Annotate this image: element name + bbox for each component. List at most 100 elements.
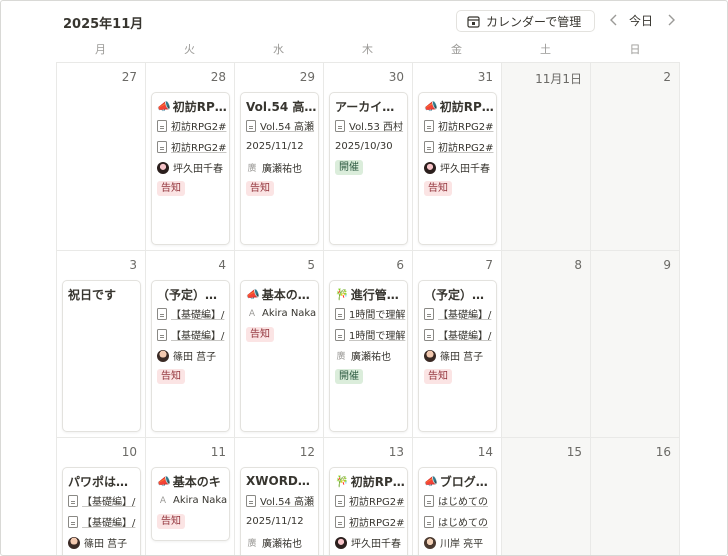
event-property: 【基礎編】/ bbox=[157, 303, 229, 324]
property-value[interactable]: Vol.53 西村 bbox=[349, 118, 403, 133]
event-property: 篠田 莒子 bbox=[68, 532, 140, 553]
event-title-text: ブログ… bbox=[439, 474, 488, 489]
property-value[interactable]: 【基礎編】/ bbox=[82, 514, 135, 529]
day-cell[interactable]: 13 🎋 初訪RP… 初訪RPG2# 初訪RPG2# 坪久田千春 bbox=[323, 438, 412, 555]
event-title-text: 初訪RP… bbox=[439, 99, 494, 114]
day-cell[interactable]: 8 bbox=[501, 251, 590, 438]
today-button[interactable]: 今日 bbox=[629, 12, 653, 29]
tag-row: 告知 bbox=[424, 178, 496, 199]
event-card[interactable]: 🎋 初訪RP… 初訪RPG2# 初訪RPG2# 坪久田千春 bbox=[329, 467, 408, 555]
event-card[interactable]: 📣 初訪RP… 初訪RPG2# 初訪RPG2# 坪久田千春 告知 bbox=[151, 92, 230, 245]
property-value[interactable]: 初訪RPG2# bbox=[438, 118, 493, 133]
property-value[interactable]: 初訪RPG2# bbox=[349, 514, 404, 529]
property-value[interactable]: 【基礎編】/ bbox=[438, 306, 491, 321]
manage-in-calendar-button[interactable]: カレンダーで管理 bbox=[456, 10, 595, 32]
property-value[interactable]: 1時間で理解 bbox=[349, 327, 405, 342]
event-property: A Akira Naka bbox=[157, 490, 229, 511]
tag-row: 告知 bbox=[246, 324, 318, 345]
event-title-text: パワポは… bbox=[68, 474, 129, 489]
event-card[interactable]: （予定）… 【基礎編】/ 【基礎編】/ 篠田 莒子 告知 bbox=[418, 280, 497, 432]
day-cell[interactable]: 11月1日 bbox=[501, 63, 590, 251]
property-value[interactable]: Vol.54 高瀬 bbox=[260, 118, 314, 133]
event-card[interactable]: （予定）… 【基礎編】/ 【基礎編】/ 篠田 莒子 告知 bbox=[151, 280, 230, 432]
event-emoji-icon: 🎋 bbox=[335, 287, 349, 301]
day-cell[interactable]: 15 bbox=[501, 438, 590, 555]
chevron-left-icon[interactable] bbox=[606, 12, 622, 28]
event-property: 篠田 莒子 bbox=[424, 345, 496, 366]
property-value[interactable]: 初訪RPG2# bbox=[171, 139, 226, 154]
weekday-label: 日 bbox=[629, 43, 641, 56]
event-property: 廣廣瀬祐也 bbox=[246, 157, 318, 178]
event-title: パワポは… bbox=[68, 472, 140, 490]
day-cell[interactable]: 6 🎋 進行管… 1時間で理解 1時間で理解廣廣瀬祐也 開催 bbox=[323, 251, 412, 438]
property-value[interactable]: 初訪RPG2# bbox=[438, 139, 493, 154]
property-value[interactable]: 【基礎編】/ bbox=[438, 327, 491, 342]
property-value: 2025/10/30 bbox=[335, 141, 393, 152]
day-cell[interactable]: 3 祝日です bbox=[56, 251, 145, 438]
event-card[interactable]: XWORD… Vol.54 高瀬 2025/11/12 廣廣瀬祐也 bbox=[240, 467, 319, 555]
event-property: Vol.54 高瀬 bbox=[246, 490, 318, 511]
day-cell[interactable]: 12 XWORD… Vol.54 高瀬 2025/11/12 廣廣瀬祐也 bbox=[234, 438, 323, 555]
date-number: 8 bbox=[574, 258, 582, 272]
status-tag: 告知 bbox=[424, 181, 452, 196]
status-tag: 告知 bbox=[246, 327, 274, 342]
property-value[interactable]: 【基礎編】/ bbox=[171, 327, 224, 342]
day-cell[interactable]: 31 📣 初訪RP… 初訪RPG2# 初訪RPG2# 坪久田千春 告知 bbox=[412, 63, 501, 251]
event-title: （予定）… bbox=[424, 285, 496, 303]
chevron-right-icon[interactable] bbox=[663, 12, 679, 28]
event-card[interactable]: Vol.54 高… Vol.54 高瀬 2025/11/12 廣廣瀬祐也 告知 bbox=[240, 92, 319, 245]
day-cell[interactable]: 2 bbox=[590, 63, 680, 251]
date-number: 28 bbox=[210, 70, 226, 84]
weekday-label: 土 bbox=[540, 43, 551, 56]
event-card[interactable]: 📣 初訪RP… 初訪RPG2# 初訪RPG2# 坪久田千春 告知 bbox=[418, 92, 497, 245]
event-emoji-icon: 📣 bbox=[246, 287, 260, 301]
event-card[interactable]: 📣 基本の… A Akira Naka 告知 bbox=[240, 280, 319, 432]
day-cell[interactable]: 28 📣 初訪RP… 初訪RPG2# 初訪RPG2# 坪久田千春 告知 bbox=[145, 63, 234, 251]
day-cell[interactable]: 10 パワポは… 【基礎編】/ 【基礎編】/ 篠田 莒子 bbox=[56, 438, 145, 555]
day-cell[interactable]: 27 bbox=[56, 63, 145, 251]
day-cell[interactable]: 11 📣 基本のキ A Akira Naka 告知 bbox=[145, 438, 234, 555]
property-value[interactable]: 【基礎編】/ bbox=[82, 493, 135, 508]
event-card[interactable]: パワポは… 【基礎編】/ 【基礎編】/ 篠田 莒子 bbox=[62, 467, 141, 555]
day-cell[interactable]: 5 📣 基本の… A Akira Naka 告知 bbox=[234, 251, 323, 438]
day-cell[interactable]: 14 📣 ブログ… はじめての はじめての 川岸 亮平 bbox=[412, 438, 501, 555]
week-row: 3 祝日です 4 （予定）… 【基礎編】/【基礎編】/篠田 莒子 告知 5 📣 基本の… A Aki… bbox=[56, 251, 680, 438]
event-title-text: （予定）… bbox=[424, 287, 485, 302]
event-emoji-icon: 📣 bbox=[157, 99, 171, 113]
page-icon bbox=[157, 307, 167, 320]
property-value[interactable]: 【基礎編】/ bbox=[171, 306, 224, 321]
date-number: 16 bbox=[655, 445, 671, 459]
property-value[interactable]: 1時間で理解 bbox=[349, 306, 405, 321]
event-card[interactable]: 🎋 進行管… 1時間で理解 1時間で理解廣廣瀬祐也 開催 bbox=[329, 280, 408, 432]
property-value: 篠田 莒子 bbox=[440, 352, 484, 363]
event-property: はじめての bbox=[424, 511, 496, 532]
status-tag: 開催 bbox=[335, 160, 363, 175]
event-title-text: アーカイ… bbox=[335, 99, 395, 114]
day-cell[interactable]: 9 bbox=[590, 251, 680, 438]
event-card[interactable]: 📣 ブログ… はじめての はじめての 川岸 亮平 bbox=[418, 467, 497, 555]
weekday-label: 月 bbox=[95, 43, 106, 56]
page-icon bbox=[68, 515, 78, 528]
day-cell[interactable]: 4 （予定）… 【基礎編】/ 【基礎編】/ 篠田 莒子 告知 bbox=[145, 251, 234, 438]
page-icon bbox=[246, 494, 256, 507]
event-card[interactable]: 📣 基本のキ A Akira Naka 告知 bbox=[151, 467, 230, 541]
day-cell[interactable]: 16 bbox=[590, 438, 680, 555]
day-cell[interactable]: 29 Vol.54 高… Vol.54 高瀬 2025/11/12 廣廣瀬祐也 告知 bbox=[234, 63, 323, 251]
page-icon bbox=[424, 494, 434, 507]
event-card[interactable]: アーカイ… Vol.53 西村 2025/10/30 開催 bbox=[329, 92, 408, 245]
page-icon bbox=[246, 119, 256, 132]
event-title: （予定）… bbox=[157, 285, 229, 303]
property-value[interactable]: 初訪RPG2# bbox=[171, 118, 226, 133]
person-initial: 廣 bbox=[336, 352, 346, 362]
event-property: 2025/10/30 bbox=[335, 136, 407, 157]
property-value[interactable]: はじめての bbox=[438, 493, 488, 508]
property-value[interactable]: Vol.54 高瀬 bbox=[260, 493, 314, 508]
event-card[interactable]: 祝日です bbox=[62, 280, 141, 432]
day-cell[interactable]: 30 アーカイ… Vol.53 西村 2025/10/30 開催 bbox=[323, 63, 412, 251]
tag-row: 告知 bbox=[157, 366, 229, 387]
property-value[interactable]: 初訪RPG2# bbox=[349, 493, 404, 508]
day-cell[interactable]: 7 （予定）… 【基礎編】/ 【基礎編】/ 篠田 莒子 告知 bbox=[412, 251, 501, 438]
property-value: 2025/11/12 bbox=[246, 516, 304, 527]
property-value[interactable]: はじめての bbox=[438, 514, 488, 529]
tag-row: 開催 bbox=[335, 157, 407, 178]
